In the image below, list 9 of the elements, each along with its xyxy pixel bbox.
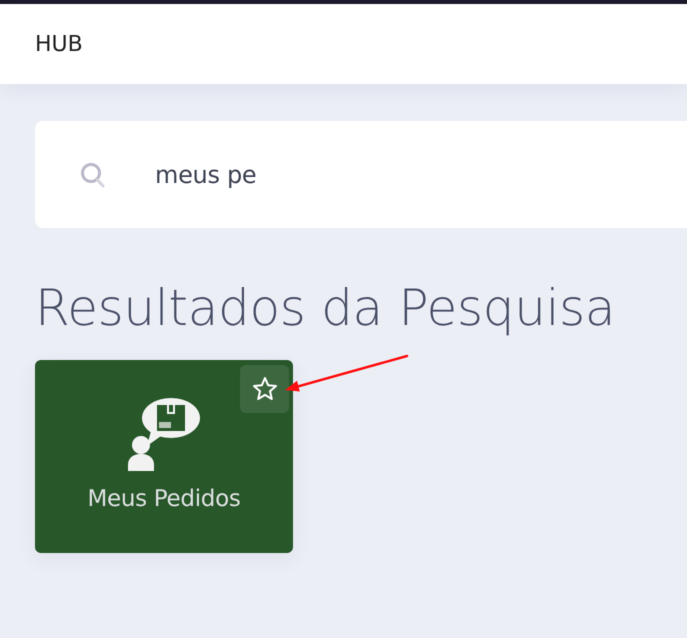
app-tile[interactable]: Meus Pedidos xyxy=(35,360,293,553)
search-icon xyxy=(80,160,106,188)
section-heading: Resultados da Pesquisa xyxy=(35,278,616,338)
tile-label: Meus Pedidos xyxy=(87,486,241,512)
star-icon xyxy=(252,376,278,402)
favorite-button[interactable] xyxy=(240,365,289,413)
app-title: HUB xyxy=(35,32,83,56)
search-field[interactable]: meus pe xyxy=(35,121,687,228)
person-speech-bubble-icon xyxy=(127,398,201,472)
